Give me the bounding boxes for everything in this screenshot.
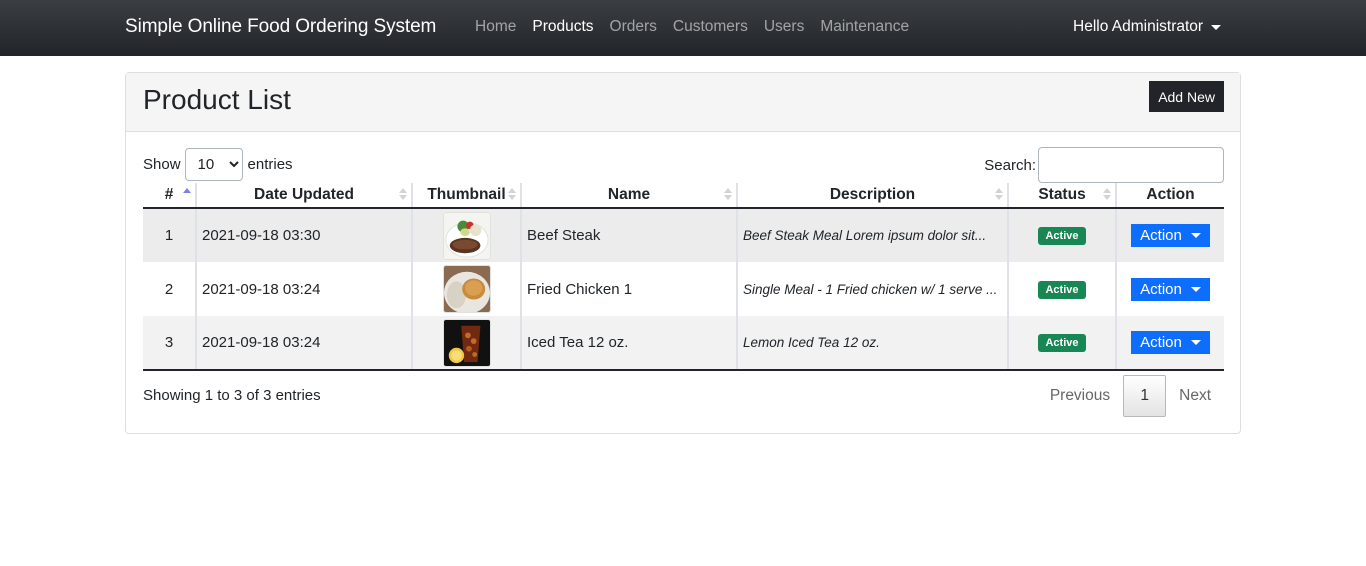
previous-page-button[interactable]: Previous: [1037, 387, 1123, 405]
nav-customers[interactable]: Customers: [673, 18, 748, 36]
entries-label: entries: [247, 156, 293, 173]
next-page-button[interactable]: Next: [1166, 387, 1224, 405]
thumbnail-cell: [411, 262, 521, 316]
iced-tea-thumbnail: [442, 318, 491, 367]
page-1-button[interactable]: 1: [1123, 375, 1167, 417]
status-cell: Active: [1007, 316, 1116, 371]
sort-icon: [508, 188, 516, 202]
column-header-description[interactable]: Description: [736, 183, 1008, 209]
sort-icon: [399, 188, 407, 202]
date-updated: 2021-09-18 03:24: [195, 262, 412, 316]
date-updated: 2021-09-18 03:30: [195, 208, 412, 262]
product-name: Iced Tea 12 oz.: [520, 316, 737, 371]
user-menu-dropdown[interactable]: Hello Administrator: [1073, 18, 1222, 36]
sort-asc-icon: [183, 188, 191, 202]
search-input[interactable]: [1038, 147, 1224, 183]
table-row: 3 2021-09-18 03:24 Iced Tea 12 oz. Lemon…: [143, 316, 1224, 371]
nav-home[interactable]: Home: [475, 18, 516, 36]
status-cell: Active: [1007, 208, 1116, 262]
sort-icon: [995, 188, 1003, 202]
product-name: Beef Steak: [520, 208, 737, 262]
column-header-thumbnail[interactable]: Thumbnail: [411, 183, 521, 209]
status-cell: Active: [1007, 262, 1116, 316]
action-dropdown-button[interactable]: Action: [1131, 331, 1210, 354]
date-updated: 2021-09-18 03:24: [195, 316, 412, 371]
card-header: Product List Add New: [126, 73, 1240, 132]
pagination: Previous 1 Next: [1037, 375, 1224, 417]
sort-icon: [1103, 188, 1111, 202]
row-number: 3: [143, 316, 196, 371]
nav-maintenance[interactable]: Maintenance: [820, 18, 909, 36]
search-control: Search:: [984, 147, 1224, 183]
caret-down-icon: [1190, 340, 1201, 345]
product-description: Lemon Iced Tea 12 oz.: [743, 335, 880, 350]
show-label: Show: [143, 156, 181, 173]
page-title: Product List: [143, 84, 291, 115]
thumbnail-cell: [411, 208, 521, 262]
action-cell: Action: [1115, 262, 1224, 316]
column-header-number[interactable]: #: [143, 183, 196, 209]
table-row: 2 2021-09-18 03:24 Fried Chicken 1 Singl…: [143, 262, 1224, 316]
row-number: 1: [143, 208, 196, 262]
table-row: 1 2021-09-18 03:30 Beef Steak Beef Steak…: [143, 208, 1224, 262]
nav-orders[interactable]: Orders: [610, 18, 657, 36]
column-header-date-updated[interactable]: Date Updated: [195, 183, 412, 209]
nav-products[interactable]: Products: [532, 18, 593, 36]
status-badge: Active: [1038, 280, 1086, 299]
brand-link[interactable]: Simple Online Food Ordering System: [125, 16, 436, 38]
status-badge: Active: [1038, 334, 1086, 352]
page-length-control: Show 10 entries: [143, 148, 293, 181]
product-description: Beef Steak Meal Lorem ipsum dolor sit...: [743, 228, 987, 243]
product-table: # Date Updated Thumbnail Name Descriptio…: [143, 183, 1224, 371]
beef-steak-thumbnail: [442, 211, 491, 260]
action-dropdown-button[interactable]: Action: [1131, 224, 1210, 247]
table-header-row: # Date Updated Thumbnail Name Descriptio…: [143, 183, 1224, 209]
nav-links: Home Products Orders Customers Users Mai…: [475, 18, 925, 36]
action-dropdown-button[interactable]: Action: [1131, 277, 1210, 301]
user-menu-label: Hello Administrator: [1073, 18, 1204, 35]
caret-down-icon: [1190, 233, 1201, 238]
product-description: Single Meal - 1 Fried chicken w/ 1 serve…: [743, 281, 998, 297]
thumbnail-cell: [411, 316, 521, 371]
description-cell: Lemon Iced Tea 12 oz.: [736, 316, 1008, 371]
caret-down-icon: [1190, 286, 1201, 292]
action-cell: Action: [1115, 208, 1224, 262]
page-length-select[interactable]: 10: [184, 148, 243, 181]
product-name: Fried Chicken 1: [520, 262, 737, 316]
table-info: Showing 1 to 3 of 3 entries: [143, 387, 321, 404]
description-cell: Beef Steak Meal Lorem ipsum dolor sit...: [736, 208, 1008, 262]
status-badge: Active: [1038, 227, 1086, 245]
caret-down-icon: [1211, 24, 1222, 30]
product-list-card: Product List Add New Show 10 entries Sea…: [125, 72, 1241, 434]
action-cell: Action: [1115, 316, 1224, 371]
fried-chicken-thumbnail: [442, 265, 491, 313]
description-cell: Single Meal - 1 Fried chicken w/ 1 serve…: [736, 262, 1008, 316]
nav-users[interactable]: Users: [764, 18, 804, 36]
sort-icon: [724, 188, 732, 202]
search-label: Search:: [984, 156, 1036, 174]
top-navbar: Simple Online Food Ordering System Home …: [0, 0, 1366, 56]
column-header-name[interactable]: Name: [520, 183, 737, 209]
column-header-status[interactable]: Status: [1007, 183, 1116, 209]
add-new-button[interactable]: Add New: [1149, 81, 1224, 112]
row-number: 2: [143, 262, 196, 316]
column-header-action: Action: [1115, 183, 1224, 209]
